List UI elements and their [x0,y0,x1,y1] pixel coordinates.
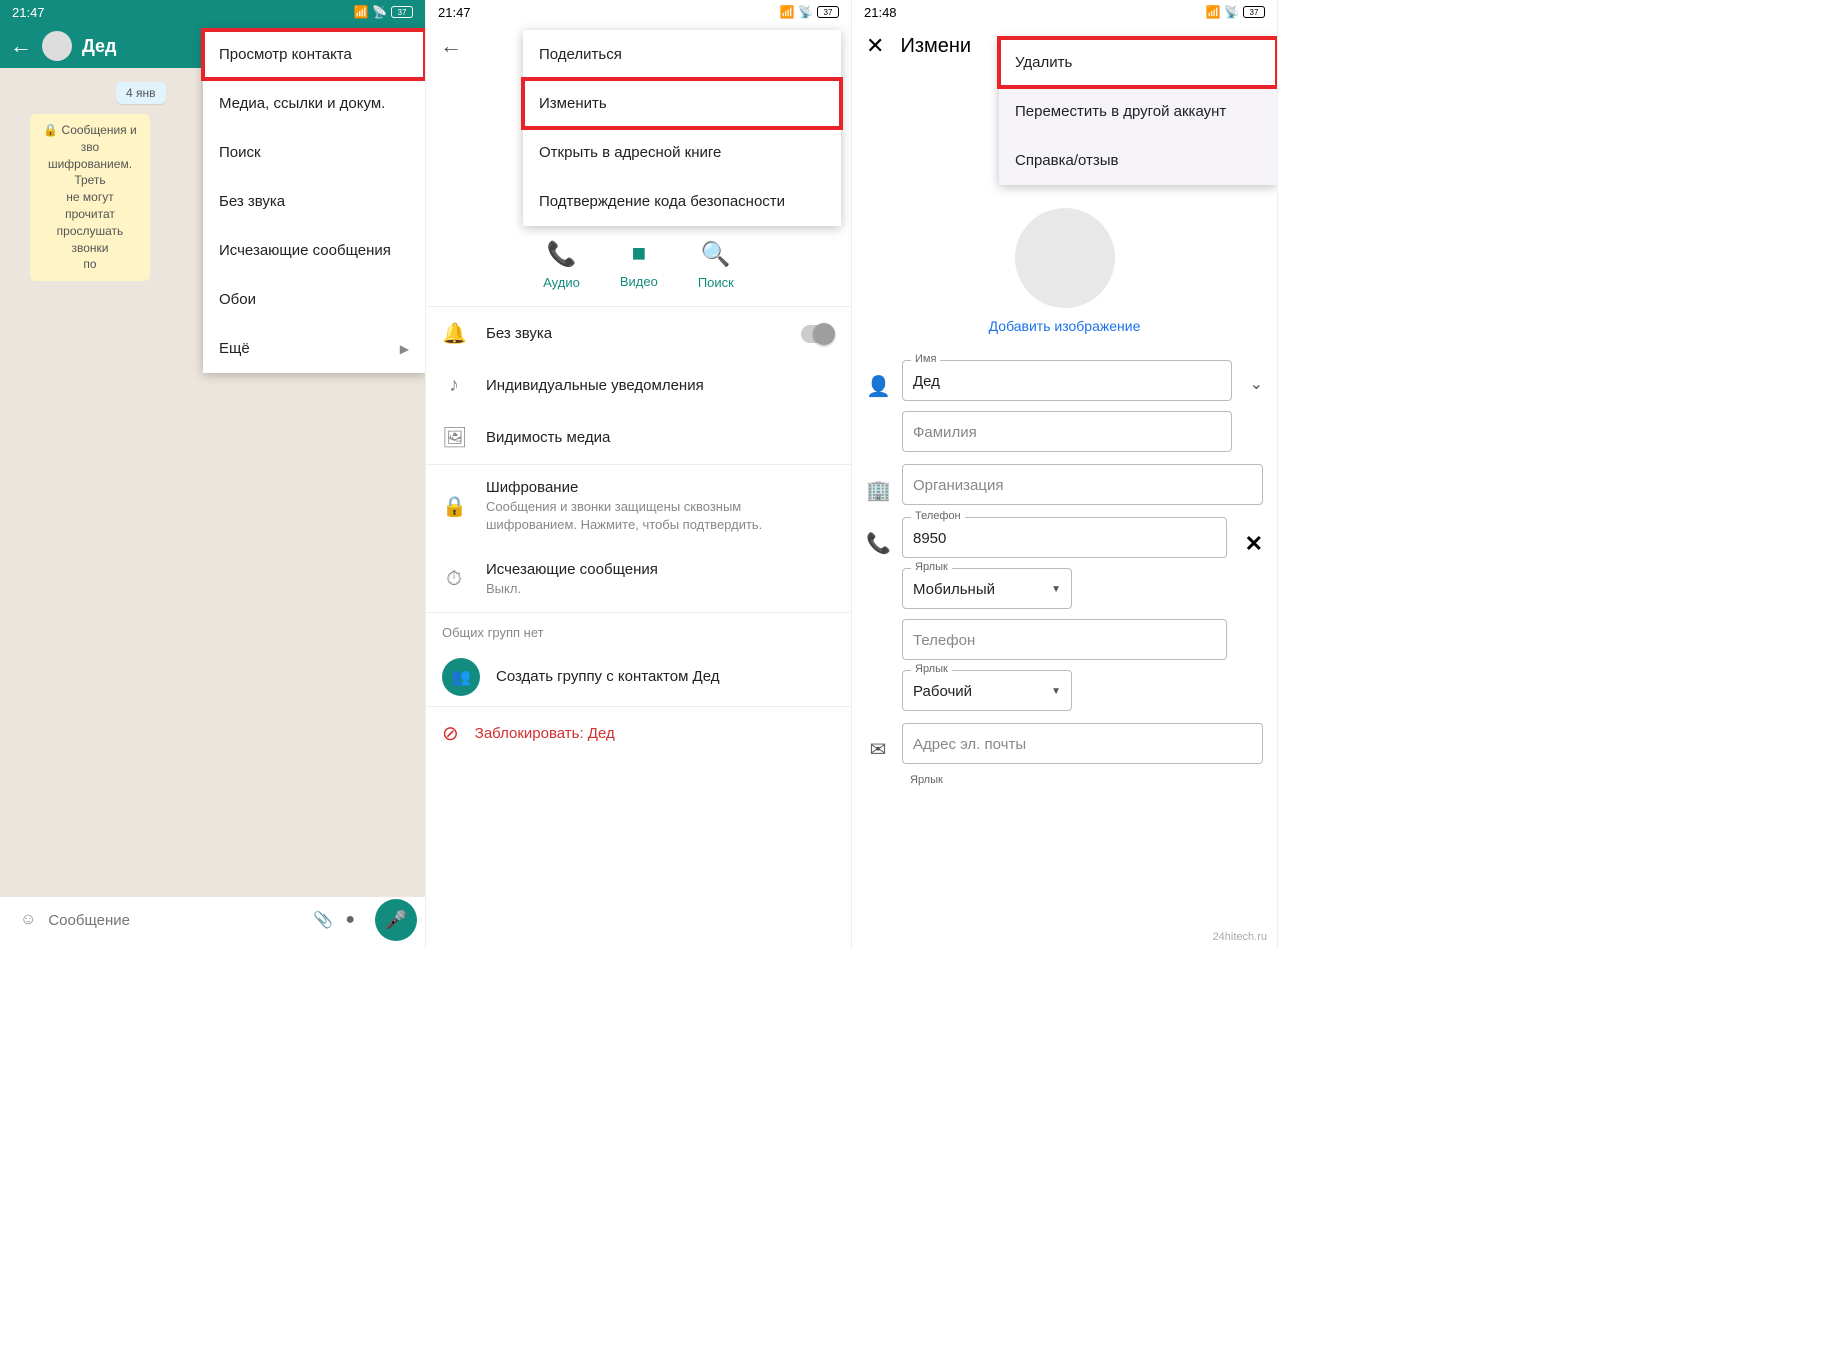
organization-field[interactable]: Организация [902,464,1263,505]
timer-icon: ⏱ [442,568,466,591]
status-bar: 21:47 📶 📡 37 [426,0,851,24]
expand-icon[interactable]: ⌄ [1250,374,1263,394]
menu-mute[interactable]: Без звука [203,177,425,226]
person-icon: 👤 [866,374,890,399]
video-call-button[interactable]: ■Видео [620,240,658,290]
dropdown-icon: ▼ [1051,584,1061,595]
menu-addressbook[interactable]: Открыть в адресной книге [523,128,841,177]
overflow-menu: Удалить Переместить в другой аккаунт Спр… [999,38,1277,185]
mic-button[interactable]: 🎤 [375,899,417,941]
message-input-box[interactable]: ☺ 📎 ● [8,899,367,941]
search-icon: 🔍 [698,240,734,269]
block-icon: ⊘ [442,721,459,746]
encryption-row[interactable]: 🔒 ШифрованиеСообщения и звонки защищены … [426,465,851,547]
note-icon: ♪ [442,374,466,397]
status-icons: 📶 📡 37 [1206,5,1265,19]
phone2-field[interactable]: Телефон [902,619,1227,660]
menu-view-contact[interactable]: Просмотр контакта [203,30,425,79]
status-bar: 21:48 📶 📡 37 [852,0,1277,24]
phone2-label-select[interactable]: Ярлык Рабочий▼ [902,670,1072,711]
name-label: Имя [911,353,940,365]
encryption-notice: 🔒 Сообщения и зво шифрованием. Треть не … [30,114,150,281]
back-icon[interactable]: ← [440,33,462,59]
status-bar: 21:47 📶 📡 37 [0,0,425,24]
menu-media[interactable]: Медиа, ссылки и докум. [203,79,425,128]
phone-icon: 📞 [866,531,890,556]
page-title: Измени [900,35,971,58]
message-input-row: ☺ 📎 ● 🎤 [8,899,417,941]
battery-icon: 37 [1243,6,1265,18]
phone-label-select[interactable]: Ярлык Мобильный▼ [902,568,1072,609]
phone-icon: 📞 [543,240,580,269]
chevron-right-icon: ▶ [400,342,409,356]
block-row[interactable]: ⊘ Заблокировать: Дед [426,706,851,760]
battery-icon: 37 [391,6,413,18]
notifications-row[interactable]: ♪ Индивидуальные уведомления [426,360,851,411]
menu-more[interactable]: Ещё▶ [203,324,425,373]
bell-icon: 🔔 [442,321,466,346]
contact-avatar-placeholder[interactable] [1015,208,1115,308]
menu-disappearing[interactable]: Исчезающие сообщения [203,226,425,275]
disappearing-row[interactable]: ⏱ Исчезающие сообщенияВыкл. [426,547,851,612]
contact-name[interactable]: Дед [82,36,116,57]
menu-security-code[interactable]: Подтверждение кода безопасности [523,177,841,226]
date-chip: 4 янв [116,82,166,104]
menu-share[interactable]: Поделиться [523,30,841,79]
phone-field[interactable]: Телефон 8950 [902,517,1227,558]
status-time: 21:47 [12,5,45,20]
overflow-menu: Просмотр контакта Медиа, ссылки и докум.… [203,30,425,373]
status-icons: 📶 📡 37 [354,5,413,19]
image-icon: 🖼 [442,425,466,450]
avatar[interactable] [42,31,72,61]
lock-icon: 🔒 [442,494,466,519]
group-icon: 👥 [442,658,480,696]
remove-phone-icon[interactable]: ✕ [1245,531,1263,557]
name-field[interactable]: Имя Дед [902,360,1232,401]
watermark: 24hitech.ru [1213,931,1267,943]
camera-icon[interactable]: ● [345,911,355,929]
menu-help[interactable]: Справка/отзыв [999,136,1277,185]
contact-actions: 📞Аудио ■Видео 🔍Поиск [426,228,851,307]
mute-toggle[interactable] [801,325,835,343]
overflow-menu: Поделиться Изменить Открыть в адресной к… [523,30,841,226]
groups-header: Общих групп нет [426,612,851,648]
building-icon: 🏢 [866,478,890,503]
video-icon: ■ [620,240,658,268]
menu-wallpaper[interactable]: Обои [203,275,425,324]
add-image-button[interactable]: Добавить изображение [852,318,1277,334]
status-time: 21:47 [438,5,471,20]
attach-icon[interactable]: 📎 [313,910,333,930]
audio-call-button[interactable]: 📞Аудио [543,240,580,290]
mute-row[interactable]: 🔔 Без звука [426,307,851,360]
menu-move-account[interactable]: Переместить в другой аккаунт [999,87,1277,136]
menu-search[interactable]: Поиск [203,128,425,177]
phone-label: Телефон [911,510,965,522]
surname-field[interactable]: Фамилия [902,411,1232,452]
status-icons: 📶 📡 37 [780,5,839,19]
emoji-icon[interactable]: ☺ [20,911,36,929]
menu-delete[interactable]: Удалить [999,38,1277,87]
email-field[interactable]: Адрес эл. почты [902,723,1263,764]
back-icon[interactable]: ← [10,33,32,59]
email-icon: ✉ [866,737,890,762]
search-button[interactable]: 🔍Поиск [698,240,734,290]
message-input[interactable] [48,912,301,929]
menu-edit[interactable]: Изменить [523,79,841,128]
create-group-row[interactable]: 👥 Создать группу с контактом Дед [426,648,851,706]
battery-icon: 37 [817,6,839,18]
dropdown-icon: ▼ [1051,686,1061,697]
close-icon[interactable]: ✕ [866,33,884,59]
media-visibility-row[interactable]: 🖼 Видимость медиа [426,411,851,464]
status-time: 21:48 [864,5,897,20]
email-label-hint: Ярлык [910,774,1263,786]
